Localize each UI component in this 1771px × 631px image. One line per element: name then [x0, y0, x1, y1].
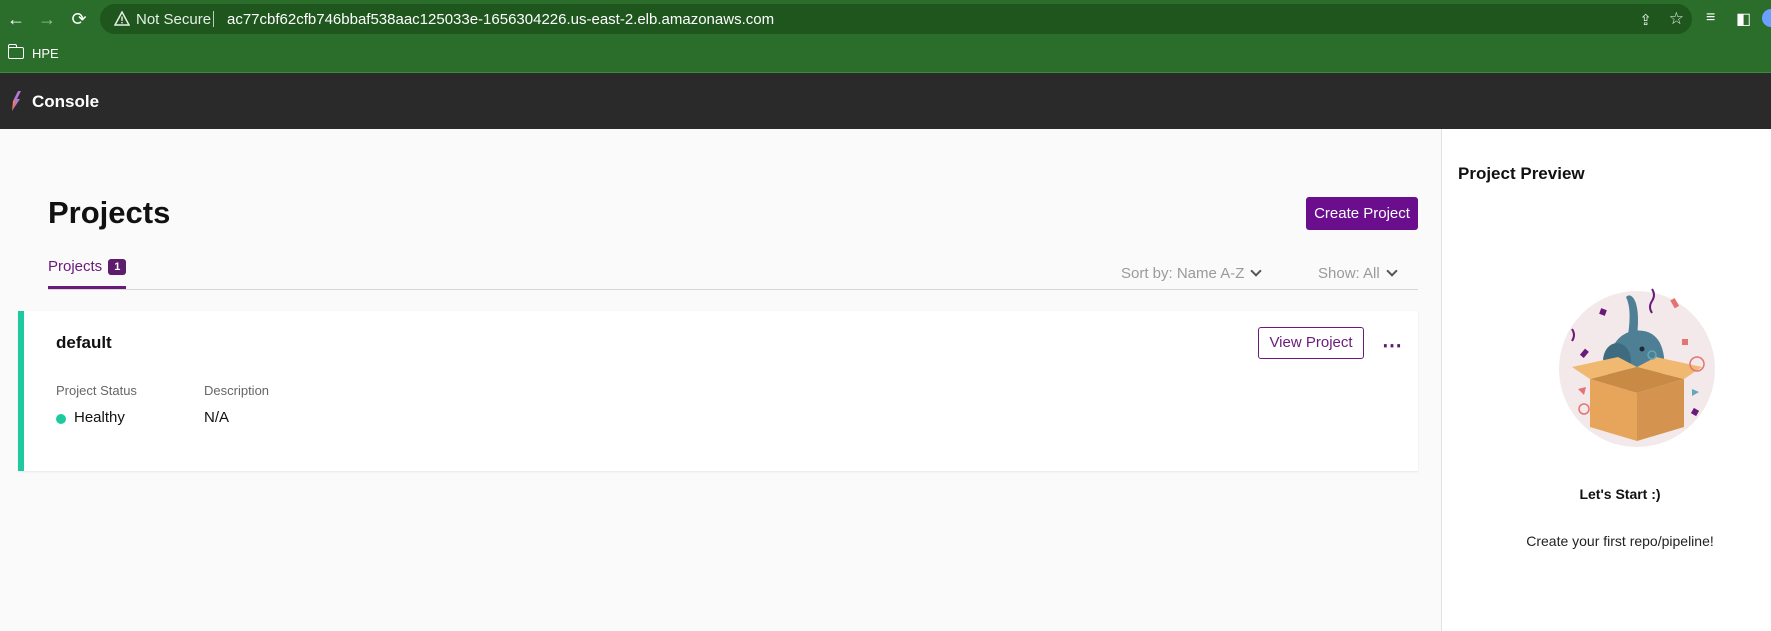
side-panel-icon[interactable]: ◧ — [1736, 9, 1751, 29]
warning-icon[interactable] — [114, 11, 130, 27]
tab-projects[interactable]: Projects 1 — [48, 254, 127, 289]
logo-icon[interactable] — [9, 89, 23, 113]
chevron-down-icon — [1386, 265, 1398, 277]
app-header: Console — [0, 73, 1771, 129]
app-title[interactable]: Console — [32, 92, 99, 112]
tab-label: Projects — [48, 258, 103, 275]
browser-toolbar: ← → ⟳ Not Secure ac77cbf62cfb746bbaf538a… — [0, 0, 1771, 73]
show-dropdown[interactable]: Show: All — [1318, 265, 1398, 282]
security-label[interactable]: Not Secure — [136, 11, 211, 28]
bookmark-star-icon[interactable]: ☆ — [1669, 9, 1684, 29]
empty-state-subtitle: Create your first repo/pipeline! — [1526, 533, 1714, 549]
elephant-box-illustration — [1559, 288, 1715, 447]
back-arrow-icon[interactable]: ← — [5, 8, 27, 30]
sort-label: Sort by: Name A-Z — [1121, 265, 1245, 282]
show-label: Show: All — [1318, 265, 1380, 282]
count-badge: 1 — [108, 259, 127, 275]
project-preview-panel: Project Preview Let's Start :) Create yo… — [1441, 129, 1771, 631]
project-card[interactable]: default View Project ⋯ Project Status De… — [18, 311, 1418, 471]
view-project-button[interactable]: View Project — [1258, 327, 1364, 359]
divider — [213, 11, 214, 27]
folder-icon[interactable] — [7, 44, 24, 59]
profile-avatar[interactable] — [1762, 9, 1771, 27]
description-value: N/A — [204, 409, 230, 426]
status-value: Healthy — [74, 409, 125, 426]
chevron-down-icon — [1250, 265, 1263, 277]
status-dot-icon — [56, 414, 66, 424]
project-name: default — [56, 333, 112, 352]
description-label: Description — [204, 383, 270, 398]
sort-dropdown[interactable]: Sort by: Name A-Z — [1121, 265, 1263, 282]
create-project-button[interactable]: Create Project — [1306, 197, 1418, 230]
address-row: ← → ⟳ Not Secure ac77cbf62cfb746bbaf538a… — [0, 0, 1771, 38]
reading-list-icon[interactable]: ≡ — [1706, 9, 1715, 27]
tabs-divider — [48, 289, 1418, 290]
bookmark-hpe[interactable]: HPE — [32, 46, 59, 61]
forward-arrow-icon[interactable]: → — [36, 8, 58, 30]
main-content: Projects Create Project Projects 1 Sort b… — [0, 129, 1441, 631]
address-bar[interactable]: Not Secure ac77cbf62cfb746bbaf538aac1250… — [100, 4, 1692, 34]
preview-title: Project Preview — [1458, 164, 1585, 183]
bookmarks-bar: HPE — [0, 38, 1771, 73]
share-icon[interactable]: ⇪ — [1639, 11, 1652, 29]
status-label: Project Status — [56, 383, 137, 398]
more-options-icon[interactable]: ⋯ — [1382, 333, 1403, 358]
reload-icon[interactable]: ⟳ — [68, 8, 90, 30]
url-text[interactable]: ac77cbf62cfb746bbaf538aac125033e-1656304… — [227, 11, 774, 28]
page-title: Projects — [48, 195, 171, 230]
empty-state-heading: Let's Start :) — [1579, 486, 1661, 502]
